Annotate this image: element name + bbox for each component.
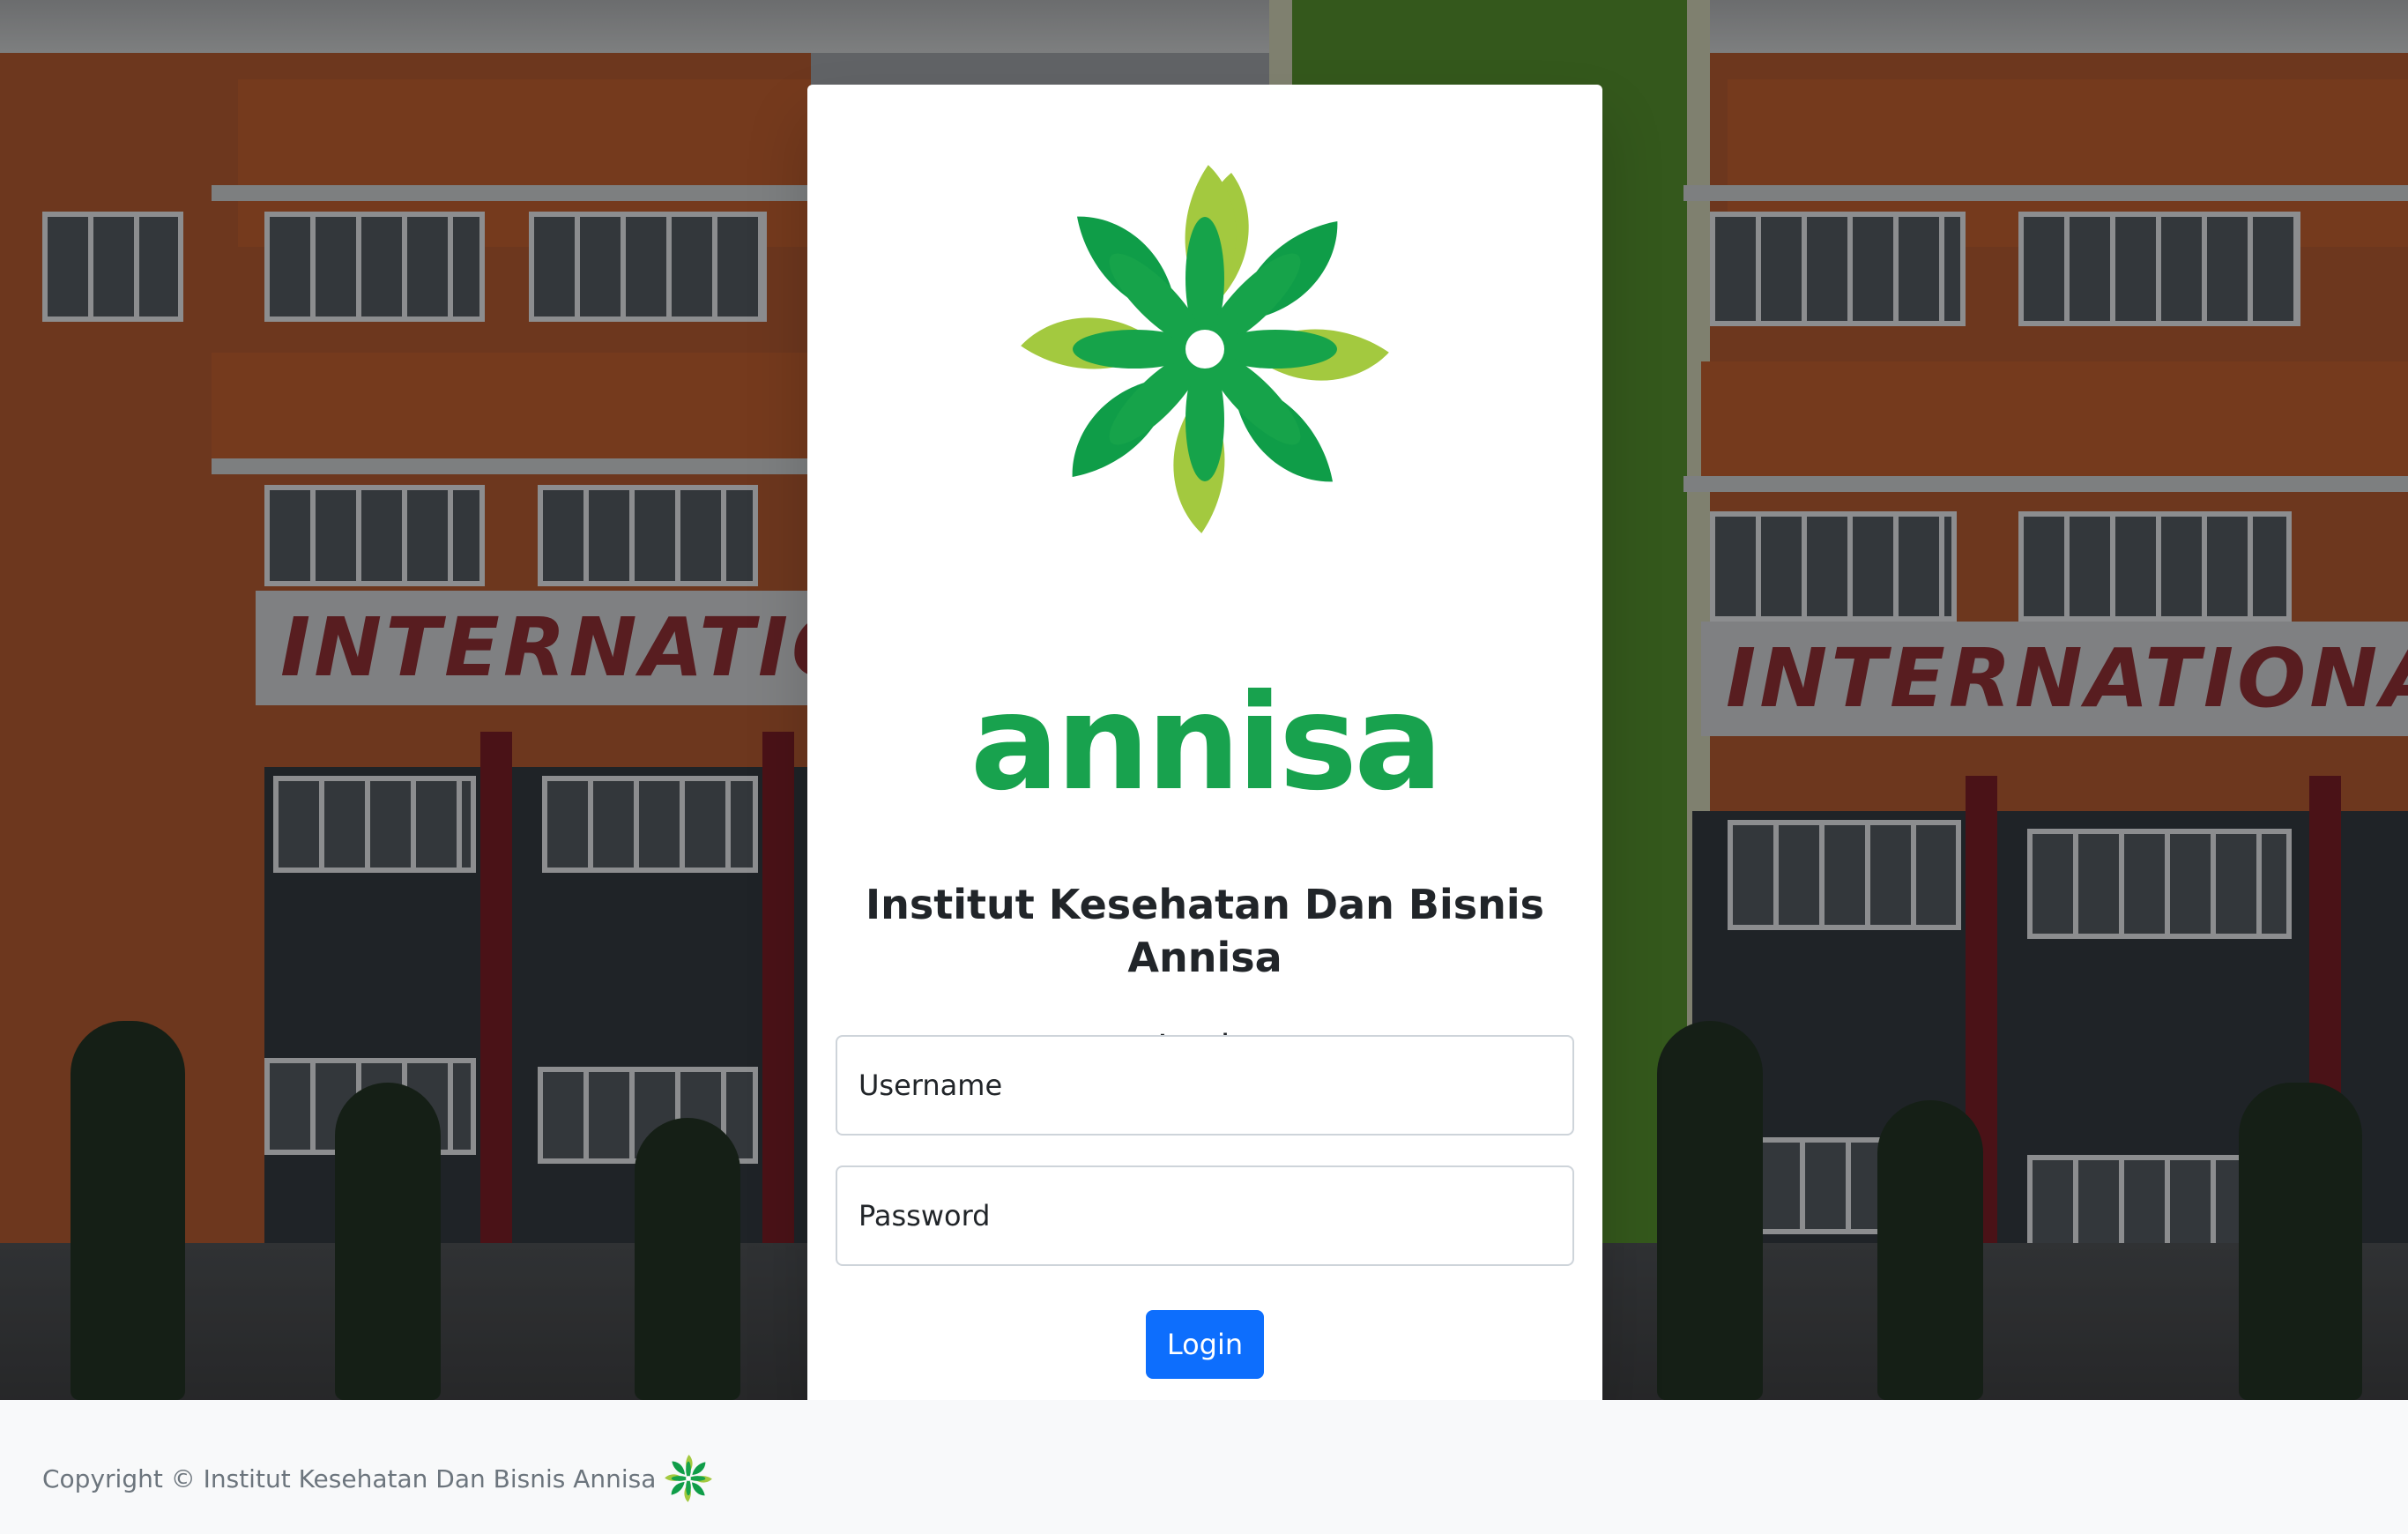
- institution-name: Institut Kesehatan Dan Bisnis Annisa: [865, 881, 1545, 981]
- login-card: annisa Institut Kesehatan Dan Bisnis Ann…: [807, 85, 1602, 1405]
- footer-copyright: Copyright © Institut Kesehatan Dan Bisni…: [42, 1455, 713, 1502]
- username-input[interactable]: [836, 1035, 1574, 1136]
- logo-container: [807, 164, 1602, 533]
- annisa-flower-logo-icon: [1021, 165, 1389, 533]
- copyright-text: Copyright © Institut Kesehatan Dan Bisni…: [42, 1463, 657, 1493]
- login-page: INTERNATIONAL CU INTERNATIONAL CU: [0, 0, 2408, 1534]
- annisa-wordmark: annisa: [970, 666, 1444, 820]
- password-input[interactable]: [836, 1165, 1574, 1266]
- annisa-flower-logo-small-icon: [665, 1455, 713, 1502]
- footer: Copyright © Institut Kesehatan Dan Bisni…: [0, 1400, 2408, 1534]
- login-button[interactable]: Login: [1146, 1310, 1264, 1379]
